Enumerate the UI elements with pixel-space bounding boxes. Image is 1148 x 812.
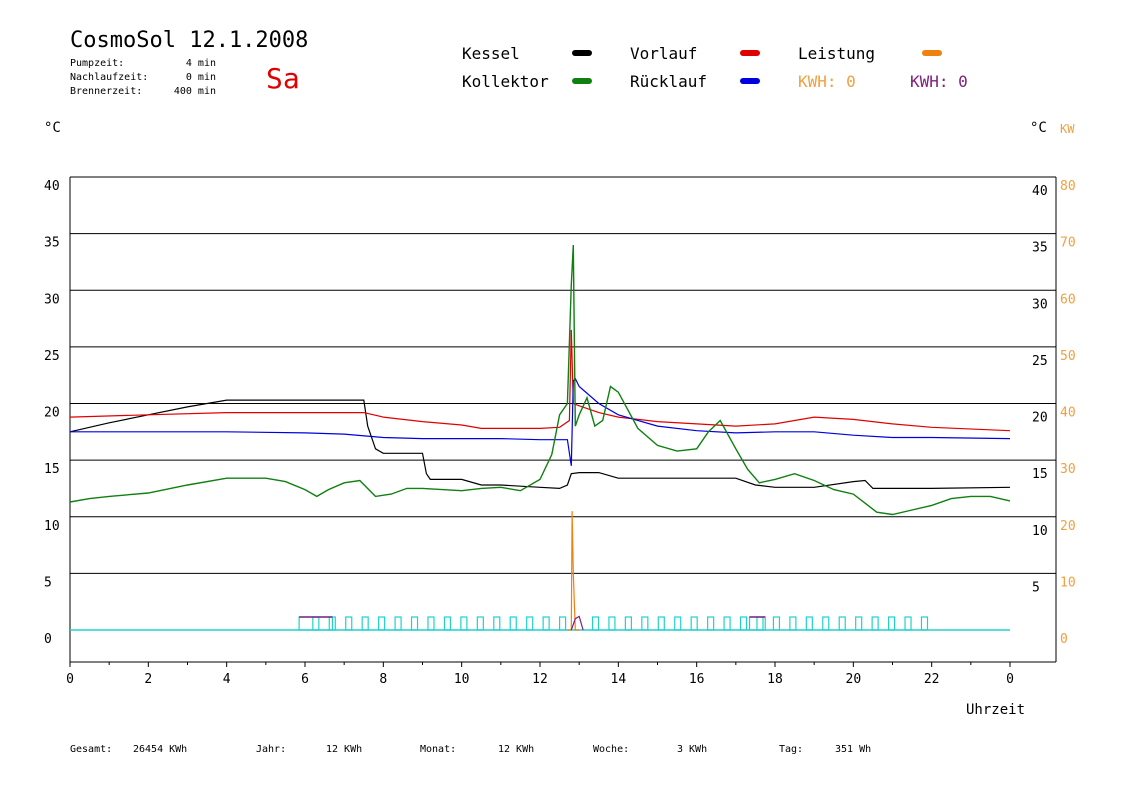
y-tick-kw-30: 30 bbox=[1060, 462, 1076, 477]
series-line-leistung bbox=[567, 511, 580, 631]
pump-cycle-mark bbox=[723, 616, 731, 631]
y-tick-left-20: 20 bbox=[44, 406, 60, 421]
pump-cycle-mark bbox=[871, 616, 879, 631]
y-tick-right-5: 5 bbox=[1032, 580, 1040, 595]
pump-cycle-mark bbox=[838, 616, 846, 631]
y-tick-right-15: 15 bbox=[1032, 467, 1048, 482]
pump-segment-0 bbox=[298, 616, 334, 631]
y-tick-kw-40: 40 bbox=[1060, 406, 1076, 421]
pump-cycle-mark bbox=[756, 616, 764, 631]
pump-cycle-mark bbox=[641, 616, 649, 631]
x-tick-label-4: 8 bbox=[379, 672, 387, 687]
pump-cycle-mark bbox=[920, 616, 929, 631]
x-tick-label-8: 16 bbox=[689, 672, 705, 687]
x-tick-label-2: 4 bbox=[223, 672, 231, 687]
footer-label-gesamt: Gesamt: bbox=[70, 744, 113, 755]
y-tick-right-10: 10 bbox=[1032, 524, 1048, 539]
x-tick-label-7: 14 bbox=[611, 672, 627, 687]
series-line-kollektor bbox=[69, 244, 1011, 516]
pump-cycle-mark bbox=[542, 616, 550, 631]
y-tick-right-30: 30 bbox=[1032, 297, 1048, 312]
x-tick-label-11: 22 bbox=[924, 672, 940, 687]
y-tick-left-15: 15 bbox=[44, 462, 60, 477]
footer-value-monat: 12 KWh bbox=[498, 744, 535, 755]
pump-cycle-mark bbox=[558, 616, 567, 631]
y-tick-kw-10: 10 bbox=[1060, 575, 1076, 590]
y-tick-left-35: 35 bbox=[44, 236, 60, 251]
y-tick-kw-50: 50 bbox=[1060, 349, 1076, 364]
y-tick-right-35: 35 bbox=[1032, 241, 1048, 256]
y-tick-right-25: 25 bbox=[1032, 354, 1048, 369]
x-tick-label-6: 12 bbox=[532, 672, 548, 687]
pump-cycle-mark bbox=[476, 616, 484, 631]
pump-cycle-mark bbox=[591, 616, 600, 631]
series-line-vorlauf bbox=[69, 329, 1011, 432]
y-tick-kw-70: 70 bbox=[1060, 236, 1076, 251]
footer-value-gesamt: 26454 KWh bbox=[133, 744, 188, 755]
pump-cycle-mark bbox=[394, 616, 402, 631]
y-tick-kw-60: 60 bbox=[1060, 292, 1076, 307]
y-tick-left-25: 25 bbox=[44, 349, 60, 364]
footer-label-jahr: Jahr: bbox=[256, 744, 287, 755]
series-line-kwh bbox=[570, 615, 584, 631]
pump-cycle-mark bbox=[674, 616, 682, 631]
pump-cycle-mark bbox=[460, 616, 468, 631]
pump-cycle-mark bbox=[624, 616, 632, 631]
x-tick-label-5: 10 bbox=[454, 672, 470, 687]
y-tick-kw-0: 0 bbox=[1060, 632, 1068, 647]
pump-cycle-mark bbox=[739, 616, 748, 631]
pump-cycle-mark bbox=[690, 616, 698, 631]
pump-cycle-mark bbox=[707, 616, 715, 631]
pump-cycle-mark bbox=[345, 616, 353, 631]
y-tick-right-20: 20 bbox=[1032, 411, 1048, 426]
pump-cycle-mark bbox=[427, 616, 435, 631]
pump-cycle-mark bbox=[855, 616, 863, 631]
footer-label-tag: Tag: bbox=[779, 744, 804, 755]
footer-label-monat: Monat: bbox=[420, 744, 457, 755]
pump-cycle-mark bbox=[378, 616, 386, 631]
pump-cycle-mark bbox=[904, 616, 912, 631]
y-tick-left-5: 5 bbox=[44, 575, 52, 590]
pump-cycle-mark bbox=[789, 616, 797, 631]
y-tick-left-10: 10 bbox=[44, 519, 60, 534]
y-tick-kw-20: 20 bbox=[1060, 519, 1076, 534]
pump-cycle-mark bbox=[509, 616, 517, 631]
pump-cycle-mark bbox=[312, 616, 320, 631]
footer-value-tag: 351 Wh bbox=[835, 744, 872, 755]
pump-cycle-mark bbox=[608, 616, 616, 631]
pump-cycle-mark bbox=[361, 616, 369, 631]
x-tick-label-0: 0 bbox=[66, 672, 74, 687]
y-tick-left-30: 30 bbox=[44, 292, 60, 307]
pump-cycle-mark bbox=[657, 616, 665, 631]
pump-cycle-mark bbox=[822, 616, 830, 631]
pump-cycle-mark bbox=[772, 616, 781, 631]
pump-cycle-mark bbox=[526, 616, 534, 631]
x-tick-label-10: 20 bbox=[846, 672, 862, 687]
pump-cycle-mark bbox=[493, 616, 501, 631]
pump-cycle-mark bbox=[805, 616, 813, 631]
y-tick-right-40: 40 bbox=[1032, 184, 1048, 199]
x-tick-label-9: 18 bbox=[767, 672, 783, 687]
footer-label-woche: Woche: bbox=[593, 744, 630, 755]
pump-cycle-mark bbox=[443, 616, 452, 631]
y-tick-kw-80: 80 bbox=[1060, 179, 1076, 194]
footer-value-jahr: 12 KWh bbox=[326, 744, 363, 755]
x-tick-label-1: 2 bbox=[144, 672, 152, 687]
pump-cycle-mark bbox=[887, 616, 896, 631]
footer-value-woche: 3 KWh bbox=[677, 744, 708, 755]
y-tick-left-40: 40 bbox=[44, 179, 60, 194]
series-line-rücklauf bbox=[70, 377, 1011, 466]
temperature-chart: 0510152025303540510152025303540010203040… bbox=[44, 176, 1076, 687]
pump-cycle-mark bbox=[410, 616, 419, 631]
y-tick-left-0: 0 bbox=[44, 632, 52, 647]
x-tick-label-3: 6 bbox=[301, 672, 309, 687]
x-tick-label-12: 0 bbox=[1006, 672, 1014, 687]
